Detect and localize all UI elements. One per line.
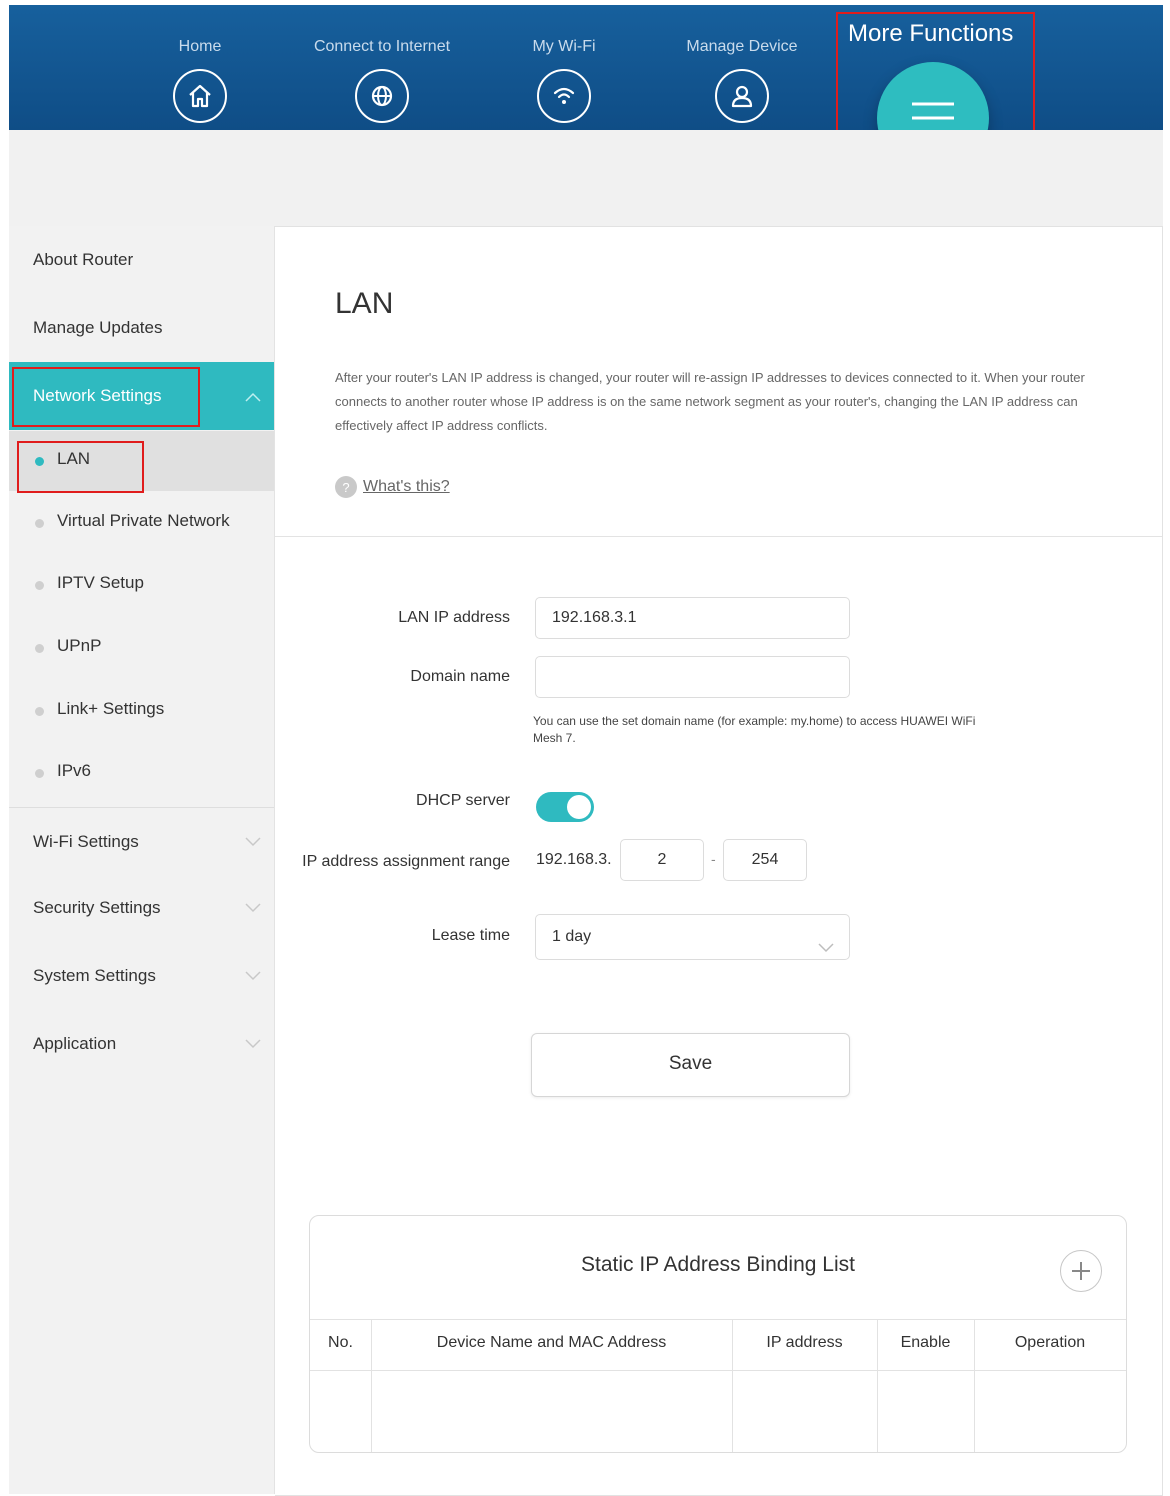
column-header: IP address — [766, 1334, 843, 1351]
column-device-name-mac: Device Name and MAC Address — [371, 1320, 733, 1452]
whats-this-help-link[interactable]: ? What's this? — [335, 476, 450, 498]
sidebar-item-about-router[interactable]: About Router — [9, 240, 274, 280]
nav-manage-device[interactable]: Manage Device — [652, 5, 832, 130]
lan-ip-input[interactable]: 192.168.3.1 — [535, 597, 850, 639]
question-mark-icon: ? — [335, 476, 357, 498]
nav-home[interactable]: Home — [110, 5, 290, 130]
ip-range-start-input[interactable]: 2 — [620, 839, 704, 881]
home-icon — [173, 69, 227, 123]
ip-range-end-input[interactable]: 254 — [723, 839, 807, 881]
bullet-dot-icon — [35, 457, 44, 466]
more-functions-label: More Functions — [848, 20, 1014, 47]
dhcp-server-label: DHCP server — [416, 792, 510, 809]
sidebar: About Router Manage Updates Network Sett… — [9, 226, 275, 1494]
binding-table-header: No. Device Name and MAC Address IP addre… — [310, 1319, 1126, 1452]
sidebar-item-manage-updates[interactable]: Manage Updates — [9, 308, 274, 348]
sidebar-subitem-vpn[interactable]: Virtual Private Network — [9, 493, 274, 553]
bullet-dot-icon — [35, 581, 44, 590]
chevron-down-icon — [244, 832, 262, 852]
sidebar-item-label: Security Settings — [33, 898, 161, 917]
sidebar-subitem-label: Link+ Settings — [57, 699, 165, 718]
lease-time-value: 1 day — [552, 928, 592, 945]
sidebar-subitem-iptv[interactable]: IPTV Setup — [9, 555, 274, 615]
bullet-dot-icon — [35, 769, 44, 778]
plus-icon — [1072, 1262, 1090, 1280]
sidebar-subitem-link-plus[interactable]: Link+ Settings — [9, 681, 274, 741]
column-header: Operation — [1014, 1334, 1086, 1351]
section-divider — [275, 536, 1162, 537]
chevron-down-icon — [244, 898, 262, 918]
chevron-down-icon — [244, 966, 262, 986]
domain-name-hint: You can use the set domain name (for exa… — [533, 714, 976, 745]
bullet-dot-icon — [35, 644, 44, 653]
help-link-text: What's this? — [363, 478, 450, 495]
sidebar-item-wifi-settings[interactable]: Wi-Fi Settings — [9, 822, 274, 862]
page-title: LAN — [335, 287, 394, 320]
chevron-up-icon — [244, 388, 262, 408]
dhcp-server-toggle[interactable] — [536, 792, 594, 822]
chevron-down-icon — [244, 1034, 262, 1054]
sidebar-item-label: Application — [33, 1034, 117, 1053]
sidebar-item-label: Manage Updates — [33, 318, 163, 337]
sidebar-item-label: About Router — [33, 250, 134, 269]
nav-manage-label: Manage Device — [686, 38, 798, 55]
column-header: No. — [328, 1334, 353, 1351]
nav-my-wifi[interactable]: My Wi-Fi — [474, 5, 654, 130]
ip-range-label: IP address assignment range — [302, 853, 510, 870]
column-ip-address: IP address — [732, 1320, 878, 1452]
sidebar-item-label: Network Settings — [33, 386, 162, 405]
nav-wifi-label: My Wi-Fi — [532, 38, 596, 55]
sidebar-subitem-ipv6[interactable]: IPv6 — [9, 743, 274, 803]
lan-ip-label: LAN IP address — [398, 609, 510, 626]
page-description: After your router's LAN IP address is ch… — [335, 370, 1085, 433]
nav-home-label: Home — [178, 38, 222, 55]
sidebar-subitem-lan[interactable]: LAN — [9, 431, 274, 491]
sidebar-item-label: Wi-Fi Settings — [33, 832, 139, 851]
static-ip-binding-table: Static IP Address Binding List No. Devic… — [309, 1215, 1127, 1453]
sidebar-subitem-upnp[interactable]: UPnP — [9, 618, 274, 678]
column-operation: Operation — [974, 1320, 1126, 1452]
header-spacer — [9, 130, 1163, 226]
save-button[interactable]: Save — [531, 1033, 850, 1097]
sidebar-item-security-settings[interactable]: Security Settings — [9, 888, 274, 928]
nav-connect-label: Connect to Internet — [313, 38, 451, 55]
lease-time-select[interactable]: 1 day — [535, 914, 850, 960]
sidebar-divider — [9, 807, 274, 808]
globe-icon — [355, 69, 409, 123]
sidebar-subitem-label: IPv6 — [57, 761, 92, 780]
column-header: Device Name and MAC Address — [436, 1334, 667, 1351]
column-header: Enable — [900, 1334, 951, 1351]
toggle-knob — [567, 795, 591, 819]
bullet-dot-icon — [35, 519, 44, 528]
main-panel: LAN After your router's LAN IP address i… — [275, 226, 1163, 1496]
sidebar-subitem-label: LAN — [57, 449, 91, 468]
sidebar-item-label: System Settings — [33, 966, 156, 985]
nav-connect-to-internet[interactable]: Connect to Internet — [292, 5, 472, 130]
add-binding-button[interactable] — [1060, 1250, 1102, 1292]
lease-time-label: Lease time — [431, 927, 510, 944]
domain-name-label: Domain name — [410, 668, 510, 685]
sidebar-subitem-label: UPnP — [57, 636, 102, 655]
ip-range-prefix: 192.168.3. — [536, 851, 612, 868]
column-no: No. — [310, 1320, 372, 1452]
binding-table-title: Static IP Address Binding List — [581, 1253, 855, 1276]
sidebar-item-system-settings[interactable]: System Settings — [9, 956, 274, 996]
domain-name-input[interactable] — [535, 656, 850, 698]
bullet-dot-icon — [35, 707, 44, 716]
sidebar-item-application[interactable]: Application — [9, 1024, 274, 1064]
user-icon — [715, 69, 769, 123]
sidebar-subitem-label: IPTV Setup — [57, 573, 144, 592]
sidebar-item-network-settings[interactable]: Network Settings — [9, 362, 274, 430]
chevron-down-icon — [817, 927, 835, 971]
column-enable: Enable — [877, 1320, 975, 1452]
wifi-icon — [537, 69, 591, 123]
ip-range-separator: - — [711, 851, 716, 867]
sidebar-subitem-label: Virtual Private Network — [57, 511, 230, 530]
